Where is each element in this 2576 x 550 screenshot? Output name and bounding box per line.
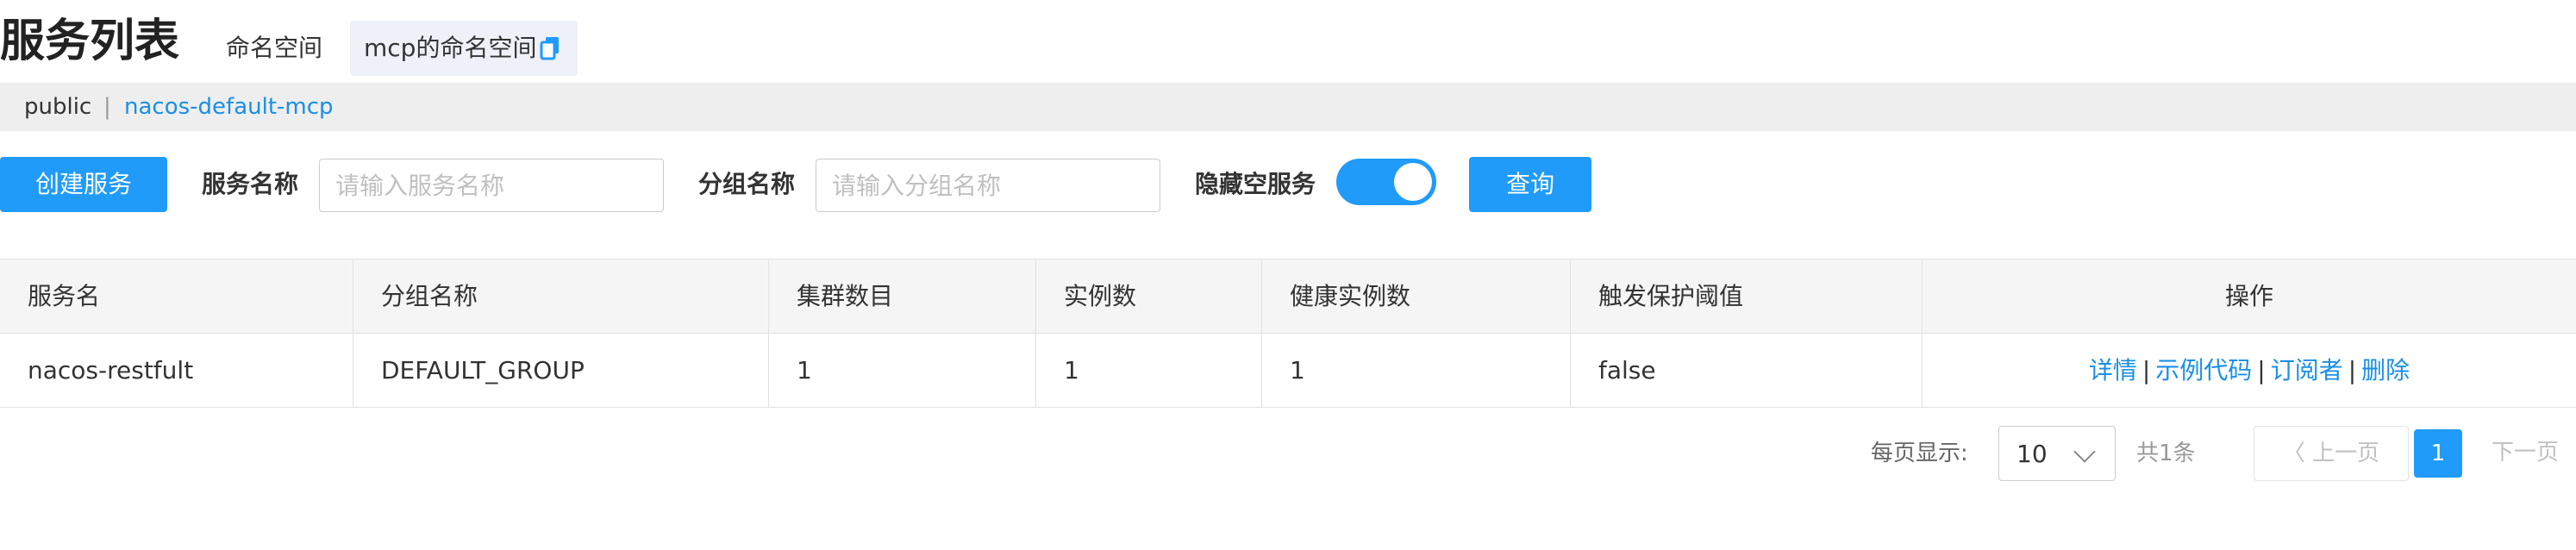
toggle-knob [1394, 163, 1432, 201]
create-service-button[interactable]: 创建服务 [0, 157, 167, 212]
page-size-value: 10 [2016, 440, 2048, 468]
subscribers-link[interactable]: 订阅者 [2271, 356, 2343, 384]
column-header-actions: 操作 [2224, 282, 2273, 310]
namespace-chip[interactable]: mcp的命名空间 [350, 21, 578, 76]
table-header: 服务名 分组名称 集群数目 实例数 健康实例数 触发保护阈值 操作 [0, 259, 2576, 334]
action-separator: | [2348, 356, 2357, 384]
action-separator: | [2141, 356, 2151, 384]
namespace-bar: public | nacos-default-mcp [0, 83, 2576, 131]
service-name-input[interactable] [319, 159, 664, 212]
page-button-current[interactable]: 1 [2414, 429, 2462, 478]
page-size-label: 每页显示: [1871, 441, 1968, 466]
next-page-button[interactable]: 下一页 [2474, 426, 2576, 481]
total-count: 共1条 [2136, 441, 2196, 466]
column-header-group-name: 分组名称 [353, 259, 769, 333]
column-header-instance-count: 实例数 [1036, 259, 1262, 333]
page-size-select[interactable]: 10 [1998, 426, 2116, 481]
query-button[interactable]: 查询 [1469, 157, 1591, 212]
pagination: 每页显示: 10 共1条 〈 上一页 1 下一页 [0, 426, 2576, 481]
column-header-healthy-instance-count: 健康实例数 [1262, 259, 1571, 333]
sample-code-link[interactable]: 示例代码 [2155, 356, 2252, 384]
cell-actions: 详情 | 示例代码 | 订阅者 | 删除 [1923, 334, 2576, 407]
filter-row: 创建服务 服务名称 分组名称 隐藏空服务 查询 [0, 157, 2576, 212]
cell-service-name: nacos-restfult [0, 334, 353, 407]
column-header-cluster-count: 集群数目 [769, 259, 1036, 333]
hide-empty-service-label: 隐藏空服务 [1195, 170, 1316, 198]
namespace-item-public[interactable]: public [24, 90, 91, 124]
copy-icon[interactable] [540, 36, 560, 60]
group-name-input[interactable] [816, 159, 1160, 212]
hide-empty-service-toggle[interactable] [1336, 159, 1436, 205]
cell-healthy-instance-count: 1 [1262, 334, 1571, 407]
cell-protect-threshold: false [1571, 334, 1923, 407]
delete-link[interactable]: 删除 [2361, 356, 2410, 384]
detail-link[interactable]: 详情 [2089, 356, 2137, 384]
namespace-item-nacos-default-mcp[interactable]: nacos-default-mcp [124, 90, 334, 124]
table-row: nacos-restfult DEFAULT_GROUP 1 1 1 false… [0, 334, 2576, 408]
chevron-down-icon [2073, 441, 2096, 463]
namespace-label: 命名空间 [226, 34, 323, 62]
service-name-label: 服务名称 [202, 170, 299, 198]
column-header-protect-threshold: 触发保护阈值 [1571, 259, 1923, 333]
cell-group-name: DEFAULT_GROUP [353, 334, 769, 407]
action-separator: | [2257, 356, 2266, 384]
group-name-label: 分组名称 [698, 170, 796, 198]
column-header-service-name: 服务名 [0, 259, 353, 333]
cell-instance-count: 1 [1036, 334, 1262, 407]
cell-cluster-count: 1 [769, 334, 1036, 407]
namespace-value: mcp的命名空间 [364, 34, 537, 62]
title-row: 服务列表 命名空间 mcp的命名空间 [0, 0, 2576, 83]
namespace-separator: | [103, 94, 111, 120]
service-table: 服务名 分组名称 集群数目 实例数 健康实例数 触发保护阈值 操作 nacos-… [0, 259, 2576, 408]
page-title: 服务列表 [0, 16, 180, 67]
prev-page-button[interactable]: 〈 上一页 [2254, 426, 2409, 481]
